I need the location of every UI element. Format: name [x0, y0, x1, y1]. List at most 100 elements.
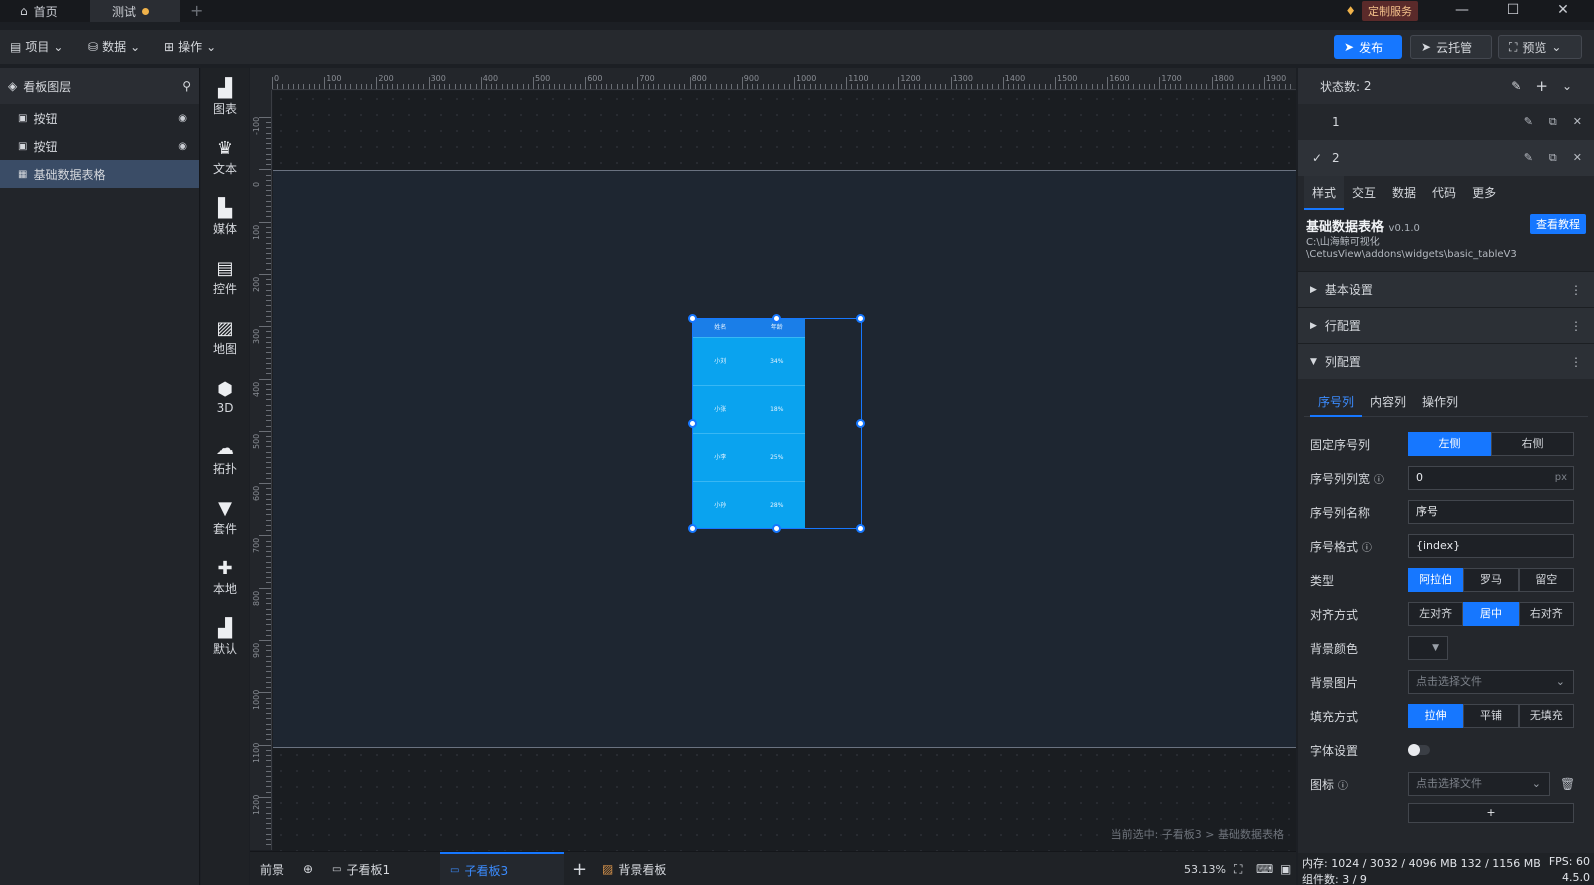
close-icon[interactable]: ✕: [1573, 115, 1582, 129]
trash-icon[interactable]: 🗑: [1560, 777, 1575, 791]
terminal-icon[interactable]: ▣: [1280, 852, 1291, 885]
section-basic-settings[interactable]: ▶ 基本设置 ⋮: [1298, 271, 1594, 307]
edit-icon[interactable]: ✎: [1511, 79, 1521, 93]
tab-subboard-3[interactable]: ▭ 子看板3: [440, 852, 564, 885]
minimize-button[interactable]: —: [1442, 0, 1482, 22]
option-arabic[interactable]: 阿拉伯: [1408, 568, 1464, 592]
tab-index-column[interactable]: 序号列: [1310, 387, 1363, 417]
resize-handle[interactable]: [856, 419, 865, 428]
index-name-input[interactable]: 序号: [1408, 500, 1574, 524]
edit-icon[interactable]: ✎: [1524, 151, 1533, 165]
palette-topology[interactable]: ☁ 拓扑: [201, 428, 249, 488]
option-align-right[interactable]: 右对齐: [1518, 602, 1574, 626]
help-icon[interactable]: ⓘ: [1338, 781, 1348, 792]
index-width-input[interactable]: 0 px: [1408, 466, 1574, 490]
file-select[interactable]: 点击选择文件 ⌄: [1408, 670, 1574, 694]
layer-item[interactable]: ▣ 按钮 ◉: [0, 132, 199, 160]
layer-item-selected[interactable]: ▦ 基础数据表格: [0, 160, 199, 188]
index-format-input[interactable]: {index}: [1408, 534, 1574, 558]
eye-icon[interactable]: ◉: [178, 113, 187, 124]
palette-local[interactable]: ✚ 本地: [201, 548, 249, 608]
palette-control[interactable]: ▤ 控件: [201, 248, 249, 308]
maximize-button[interactable]: ☐: [1493, 0, 1533, 22]
option-tile[interactable]: 平铺: [1463, 704, 1519, 728]
add-tab-button[interactable]: +: [572, 852, 587, 885]
palette-default[interactable]: ▟ 默认: [201, 608, 249, 668]
color-swatch[interactable]: ▼: [1408, 636, 1448, 660]
resize-handle[interactable]: [688, 524, 697, 533]
zoom-level[interactable]: 53.13%: [1184, 852, 1226, 885]
eye-icon[interactable]: ◉: [178, 141, 187, 152]
tab-content-column[interactable]: 内容列: [1362, 387, 1414, 417]
option-no-fill[interactable]: 无填充: [1518, 704, 1574, 728]
help-icon[interactable]: ⓘ: [1374, 475, 1384, 486]
option-stretch[interactable]: 拉伸: [1408, 704, 1464, 728]
tab-home[interactable]: ⌂ 首页: [0, 0, 88, 22]
edit-icon[interactable]: ✎: [1524, 115, 1533, 129]
horizontal-ruler[interactable]: 0 100 200 300 400 500 600 700 800 900 1000 1100 1200…: [272, 68, 1296, 90]
tab-code[interactable]: 代码: [1424, 176, 1464, 210]
publish-button[interactable]: ➤ 发布: [1334, 35, 1402, 59]
input-box[interactable]: 0 px: [1408, 466, 1574, 490]
resize-handle[interactable]: [688, 419, 697, 428]
add-circle-icon[interactable]: ⊕: [303, 862, 313, 876]
resize-handle[interactable]: [856, 314, 865, 323]
keyboard-icon[interactable]: ⌨: [1256, 852, 1273, 885]
new-tab-button[interactable]: +: [190, 0, 203, 22]
palette-text[interactable]: ♛ 文本: [201, 128, 249, 188]
menu-data[interactable]: ⛁ 数据 ⌄: [88, 38, 140, 55]
tab-interaction[interactable]: 交互: [1344, 176, 1384, 210]
search-icon[interactable]: ⚲: [182, 79, 191, 93]
tab-test[interactable]: 测试: [90, 0, 180, 22]
tab-foreground[interactable]: 前景 ⊕: [260, 852, 313, 885]
state-row-active[interactable]: ✓ 2 ✎ ⧉ ✕: [1298, 140, 1594, 176]
file-select[interactable]: 点击选择文件 ⌄: [1408, 772, 1550, 796]
resize-handle[interactable]: [688, 314, 697, 323]
state-row[interactable]: 1 ✎ ⧉ ✕: [1298, 104, 1594, 140]
tab-subboard-1[interactable]: ▭ 子看板1: [322, 852, 438, 885]
palette-map[interactable]: ▨ 地图: [201, 308, 249, 368]
input-box[interactable]: 序号: [1408, 500, 1574, 524]
preview-button[interactable]: ⛶ 预览 ⌄: [1498, 35, 1582, 59]
tab-more[interactable]: 更多: [1464, 176, 1504, 210]
option-left[interactable]: 左侧: [1408, 432, 1491, 456]
more-icon[interactable]: ⋮: [1570, 355, 1582, 369]
add-icon[interactable]: +: [1535, 77, 1548, 95]
fit-screen-icon[interactable]: ⛶: [1234, 852, 1242, 885]
more-icon[interactable]: ⋮: [1570, 283, 1582, 297]
selection-box[interactable]: [692, 318, 862, 529]
palette-media[interactable]: ▙ 媒体: [201, 188, 249, 248]
tab-action-column[interactable]: 操作列: [1414, 387, 1466, 417]
close-window-button[interactable]: ✕: [1543, 0, 1583, 22]
more-icon[interactable]: ⋮: [1570, 319, 1582, 333]
bg-image-select[interactable]: 点击选择文件 ⌄: [1408, 670, 1574, 694]
copy-icon[interactable]: ⧉: [1549, 115, 1557, 129]
font-settings-toggle[interactable]: [1408, 744, 1430, 756]
tab-data[interactable]: 数据: [1384, 176, 1424, 210]
custom-service[interactable]: ♦ 定制服务: [1345, 0, 1418, 22]
option-align-left[interactable]: 左对齐: [1408, 602, 1464, 626]
section-row-config[interactable]: ▶ 行配置 ⋮: [1298, 307, 1594, 343]
resize-handle[interactable]: [772, 314, 781, 323]
palette-3d[interactable]: ⬢ 3D: [201, 368, 249, 428]
section-column-config[interactable]: ▼ 列配置 ⋮: [1298, 343, 1594, 379]
option-align-center[interactable]: 居中: [1463, 602, 1519, 626]
option-right[interactable]: 右侧: [1491, 432, 1574, 456]
menu-operate[interactable]: ⊞ 操作 ⌄: [164, 38, 216, 55]
resize-handle[interactable]: [856, 524, 865, 533]
palette-chart[interactable]: ▟ 图表: [201, 68, 249, 128]
vertical-ruler[interactable]: -100 0 100 200 300 400 500 600 700 800 900 1000 1100…: [250, 90, 272, 850]
tutorial-button[interactable]: 查看教程: [1530, 214, 1586, 234]
copy-icon[interactable]: ⧉: [1549, 151, 1557, 165]
bg-color-picker[interactable]: ▼: [1408, 636, 1448, 660]
resize-handle[interactable]: [772, 524, 781, 533]
add-item-button[interactable]: +: [1408, 803, 1574, 823]
tab-style[interactable]: 样式: [1304, 176, 1345, 210]
input-box[interactable]: {index}: [1408, 534, 1574, 558]
chevron-down-icon[interactable]: ⌄: [1562, 79, 1572, 93]
cloud-host-button[interactable]: ➤ 云托管: [1410, 35, 1492, 59]
layer-item[interactable]: ▣ 按钮 ◉: [0, 104, 199, 132]
close-icon[interactable]: ✕: [1573, 151, 1582, 165]
tab-background-board[interactable]: ▨ 背景看板: [602, 852, 666, 885]
help-icon[interactable]: ⓘ: [1362, 543, 1372, 554]
